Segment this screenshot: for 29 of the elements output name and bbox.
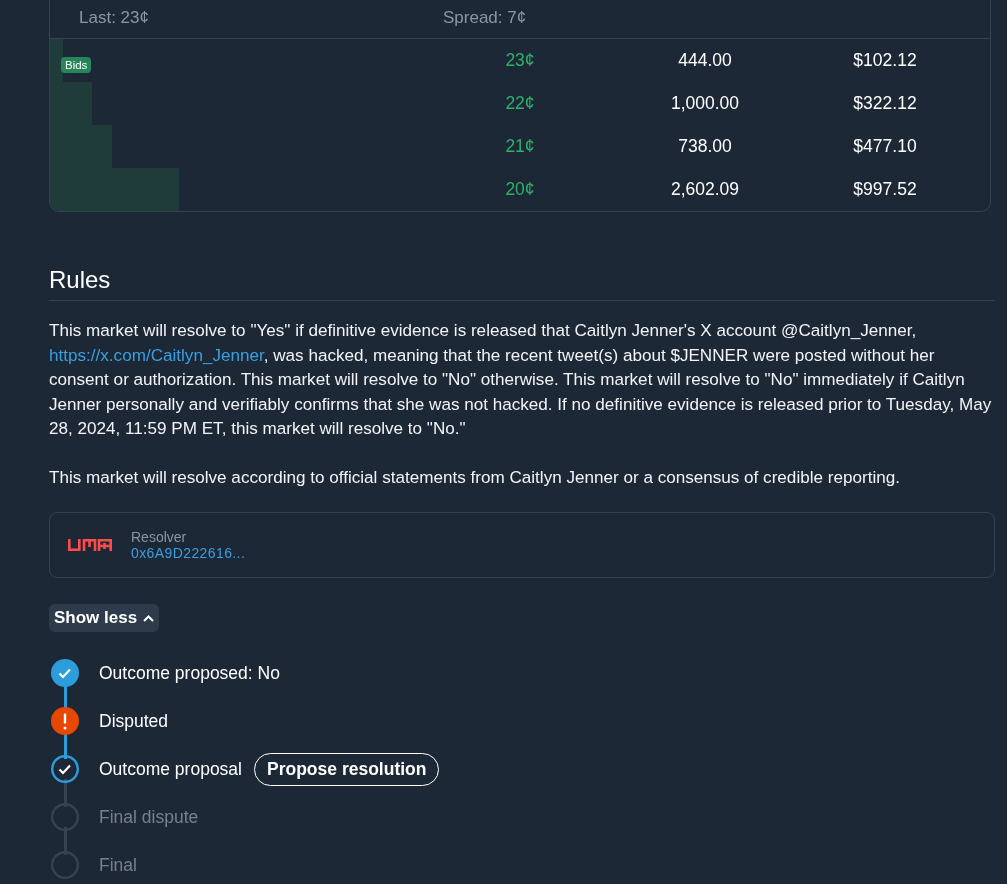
last-price: Last: 23¢ <box>79 7 150 28</box>
timeline-step-label: Final dispute <box>99 806 199 828</box>
bid-total: $477.10 <box>852 136 918 157</box>
resolver-label: Resolver <box>131 529 188 545</box>
bids-tag: Bids <box>61 57 92 73</box>
timeline-step-label: Final <box>99 854 137 876</box>
bid-price: 23¢ <box>504 50 536 71</box>
bid-shares: 738.00 <box>677 136 733 157</box>
bid-price: 21¢ <box>504 136 536 157</box>
bid-total: $102.12 <box>852 50 918 71</box>
chevron-icon <box>143 614 155 622</box>
rules-heading: Rules <box>49 266 995 301</box>
bid-shares: 2,602.09 <box>669 179 741 200</box>
rules-paragraph: This market will resolve to "Yes" if definitive evidence is released that Caitlyn Jenner's X account @Caitlyn_Jenner, https://x.com/Caitlyn_Jenner, was hacked, meaning that the recent tweet(s) about $JENNER were posted without her consent or authorization. This market will resolve to "No" otherwise. This market will resolve to "No" immediately if Caitlyn Jenner personally and verifiably confirms that she was not hacked. If no definitive evidence is released prior to Tuesday, May 28, 2024, 11:59 PM ET, this market will resolve to "No." <box>49 320 993 440</box>
uma-logo-icon <box>68 539 112 551</box>
bid-total: $322.12 <box>852 93 918 114</box>
bid-price: 22¢ <box>504 93 536 114</box>
bid-shares: 1,000.00 <box>669 93 741 114</box>
resolver-address[interactable]: 0x6A9D222616... <box>131 545 246 561</box>
timeline-step-label: Outcome proposed: No <box>99 662 280 684</box>
show-less-button[interactable]: Show less <box>49 604 160 632</box>
account-link[interactable]: https://x.com/Caitlyn_Jenner <box>49 345 264 365</box>
bid-price: 20¢ <box>504 179 536 200</box>
timeline-step-label: Disputed <box>99 710 169 732</box>
bid-shares: 444.00 <box>677 50 733 71</box>
timeline-step-label: Outcome proposal <box>99 758 242 780</box>
spread: Spread: 7¢ <box>443 7 528 28</box>
rules-paragraph: This market will resolve according to official statements from Caitlyn Jenner or a consensus of credible reporting. <box>49 466 901 489</box>
bid-total: $997.52 <box>852 179 918 200</box>
